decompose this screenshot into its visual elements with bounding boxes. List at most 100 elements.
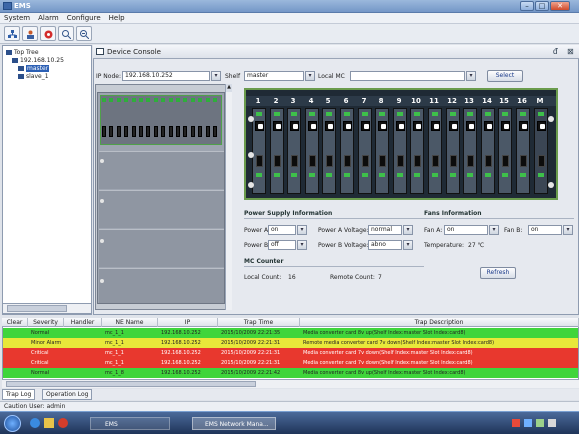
tab-operation-log[interactable]: Operation Log: [42, 389, 93, 400]
chassis-card[interactable]: [463, 108, 477, 194]
tray-clock-icon[interactable]: [548, 419, 556, 427]
alarm-cell-ne: mc_1_1: [105, 330, 124, 336]
local-mc-field[interactable]: [350, 71, 465, 81]
mini-card: [161, 126, 165, 137]
mini-card-led-icon: [176, 98, 180, 102]
power-b-voltage-dropdown[interactable]: ▾: [403, 240, 413, 250]
chassis-card[interactable]: [516, 108, 530, 194]
col-handler[interactable]: Handler: [64, 318, 102, 327]
local-mc-dropdown[interactable]: ▾: [466, 71, 476, 81]
alarm-row[interactable]: Critical mc_1_1 192.168.10.252 2015/10/2009…: [3, 348, 578, 358]
power-a-dropdown[interactable]: ▾: [297, 225, 307, 235]
close-button[interactable]: ✕: [550, 1, 570, 11]
ip-node-field[interactable]: 192.168.10.252: [122, 71, 210, 81]
tree-horizontal-scrollbar[interactable]: [2, 303, 92, 314]
menu-alarm[interactable]: Alarm: [34, 13, 63, 24]
menu-configure[interactable]: Configure: [63, 13, 105, 24]
select-button[interactable]: Select: [487, 70, 523, 82]
shelf-master[interactable]: [100, 95, 222, 145]
zoom-in-button[interactable]: [58, 26, 74, 41]
col-ne-name[interactable]: NE Name: [102, 318, 158, 327]
card-led-icon: [520, 173, 526, 177]
chassis-card[interactable]: [446, 108, 460, 194]
chassis-card[interactable]: [252, 108, 266, 194]
menu-help[interactable]: Help: [105, 13, 129, 24]
chassis-card[interactable]: [498, 108, 512, 194]
tree-node-slave[interactable]: slave_1: [18, 73, 49, 80]
alarm-button[interactable]: [40, 26, 56, 41]
refresh-button[interactable]: Refresh: [480, 267, 516, 279]
close-icon[interactable]: ⊠: [567, 47, 574, 56]
media-icon[interactable]: [58, 418, 68, 428]
restore-icon[interactable]: ᵭ: [553, 47, 557, 56]
chassis-card[interactable]: [375, 108, 389, 194]
chassis-card[interactable]: [270, 108, 284, 194]
mini-card-led-icon: [183, 98, 187, 102]
rack-indicator: [100, 199, 104, 203]
card-led-icon: [256, 173, 262, 177]
zoom-out-button[interactable]: [76, 26, 92, 41]
tray-alert-icon[interactable]: [512, 419, 520, 427]
start-icon[interactable]: [4, 415, 21, 432]
task-ems[interactable]: EMS: [90, 417, 170, 430]
ip-node-dropdown[interactable]: ▾: [211, 71, 221, 81]
alarm-cell-severity: Critical: [31, 360, 49, 366]
chassis-card[interactable]: [305, 108, 319, 194]
alarm-cell-severity: Normal: [31, 330, 50, 336]
fan-b-dropdown[interactable]: ▾: [563, 225, 573, 235]
shelf-dropdown[interactable]: ▾: [305, 71, 315, 81]
chassis-card[interactable]: [358, 108, 372, 194]
maximize-button[interactable]: □: [535, 1, 549, 11]
minimize-button[interactable]: –: [520, 1, 534, 11]
col-clear[interactable]: Clear: [2, 318, 28, 327]
menu-system[interactable]: System: [0, 13, 34, 24]
alarm-row[interactable]: Minor Alarm mc_1_1 192.168.10.252 2015/10/2…: [3, 338, 578, 348]
fan-a-dropdown[interactable]: ▾: [489, 225, 499, 235]
power-a-voltage-field[interactable]: normal: [368, 225, 402, 235]
alarm-cell-ip: 192.168.10.252: [161, 360, 201, 366]
alarm-row[interactable]: Normal mc_1_1 192.168.10.252 2015/10/2009 2…: [3, 328, 578, 338]
tab-trap-log[interactable]: Trap Log: [2, 389, 36, 400]
chassis-card[interactable]: [410, 108, 424, 194]
col-trap-time[interactable]: Trap Time: [218, 318, 300, 327]
mini-card: [132, 126, 136, 137]
slot-number: 14: [482, 97, 492, 105]
user-button[interactable]: [22, 26, 38, 41]
shelf-rack[interactable]: [97, 92, 225, 304]
col-ip[interactable]: IP: [158, 318, 218, 327]
tree-node-ip[interactable]: 192.168.10.25: [12, 57, 64, 64]
col-trap-description[interactable]: Trap Description: [300, 318, 579, 327]
fan-a-field[interactable]: on: [444, 225, 488, 235]
chassis-card[interactable]: [393, 108, 407, 194]
col-severity[interactable]: Severity: [28, 318, 64, 327]
alarm-row[interactable]: Normal mc_1_8 192.168.10.252 2015/10/2009 2…: [3, 368, 578, 378]
chassis-card[interactable]: [322, 108, 336, 194]
folder-icon[interactable]: [44, 418, 54, 428]
chassis-card[interactable]: [340, 108, 354, 194]
chassis-card[interactable]: [428, 108, 442, 194]
tree-node-master[interactable]: master: [18, 65, 50, 72]
device-tree[interactable]: Top Tree 192.168.10.25 master slave_1: [2, 45, 92, 315]
power-b-dropdown[interactable]: ▾: [297, 240, 307, 250]
browser-icon[interactable]: [30, 418, 40, 428]
shelf-vertical-scrollbar[interactable]: ▲: [225, 84, 232, 310]
alarm-row[interactable]: Critical mc_1_1 192.168.10.252 2015/10/2009…: [3, 358, 578, 368]
shelf-field[interactable]: master: [244, 71, 304, 81]
tray-volume-icon[interactable]: [536, 419, 544, 427]
tree-root[interactable]: Top Tree: [6, 49, 39, 56]
network-button[interactable]: [4, 26, 20, 41]
mini-card: [176, 126, 180, 137]
alarm-horizontal-scrollbar[interactable]: [2, 379, 579, 388]
fiber-port-icon: [537, 121, 546, 131]
task-ems-network[interactable]: EMS Network Mana...: [192, 417, 276, 430]
chassis-card[interactable]: [534, 108, 548, 194]
power-b-field[interactable]: off: [268, 240, 296, 250]
chassis-card[interactable]: [481, 108, 495, 194]
chassis-card[interactable]: [287, 108, 301, 194]
power-a-field[interactable]: on: [268, 225, 296, 235]
power-a-voltage-dropdown[interactable]: ▾: [403, 225, 413, 235]
power-b-voltage-field[interactable]: abno: [368, 240, 402, 250]
rj45-port-icon: [326, 155, 333, 167]
fan-b-field[interactable]: on: [528, 225, 562, 235]
tray-network-icon[interactable]: [524, 419, 532, 427]
